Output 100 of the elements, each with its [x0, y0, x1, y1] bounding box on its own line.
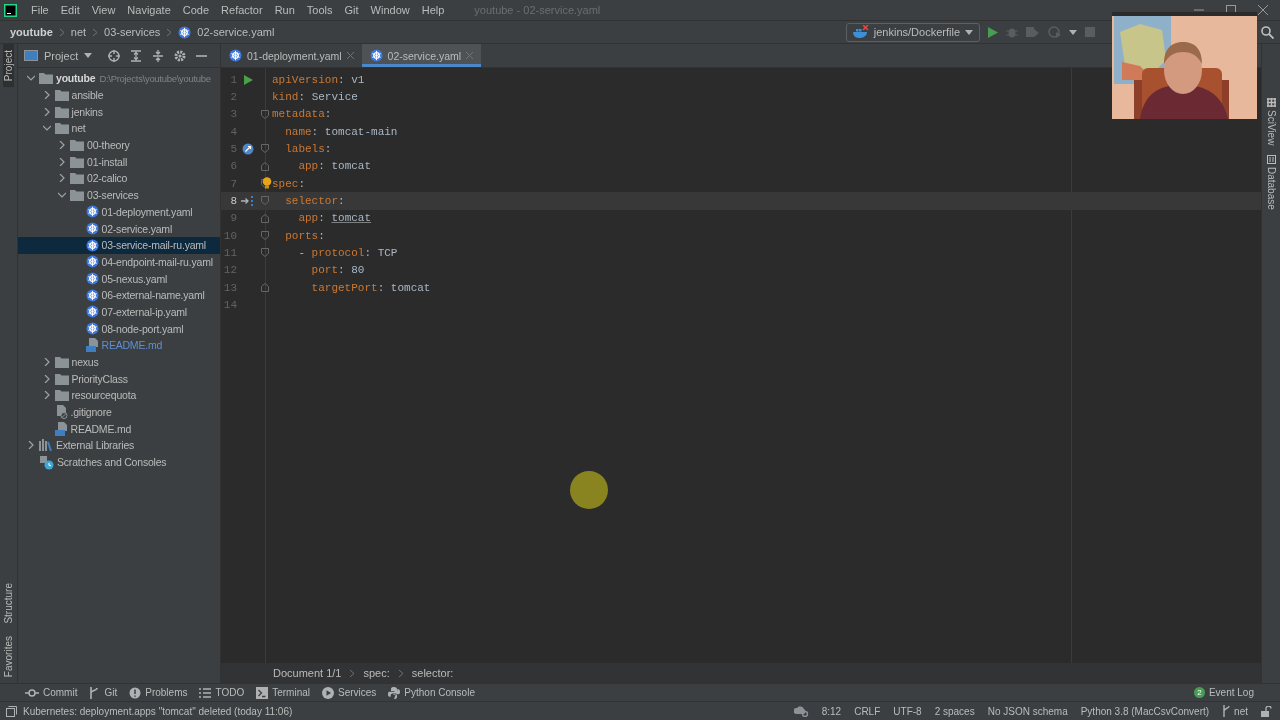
- tree-item[interactable]: resourcequota: [18, 387, 220, 404]
- tool-window-tab[interactable]: Database: [1265, 155, 1277, 211]
- tree-item[interactable]: README.md: [18, 337, 220, 354]
- tree-item[interactable]: 04-endpoint-mail-ru.yaml: [18, 253, 220, 271]
- tree-item[interactable]: 06-external-name.yaml: [18, 286, 220, 304]
- settings-icon[interactable]: [174, 49, 187, 62]
- breadcrumb[interactable]: 02-service.yaml: [197, 26, 275, 38]
- search-icon[interactable]: [1261, 25, 1274, 39]
- project-view-dropdown[interactable]: Project: [24, 49, 93, 62]
- tree-item[interactable]: 02-service.yaml: [18, 220, 220, 237]
- locate-icon[interactable]: [108, 49, 121, 62]
- breadcrumb[interactable]: 03-services: [104, 26, 161, 38]
- tree-item[interactable]: .gitignore: [18, 403, 220, 421]
- tree-item[interactable]: PriorityClass: [18, 370, 220, 388]
- run-icon[interactable]: [243, 74, 253, 85]
- chevron-right-icon[interactable]: [58, 157, 66, 166]
- menu-item[interactable]: Navigate: [121, 4, 177, 16]
- chevron-right-icon[interactable]: [42, 358, 51, 367]
- close-icon[interactable]: [346, 52, 354, 59]
- chevron-right-icon[interactable]: [27, 441, 35, 450]
- chevron-down-icon[interactable]: [58, 191, 66, 200]
- editor-tab[interactable]: 02-service.yaml: [361, 44, 482, 67]
- fold-end-icon[interactable]: [261, 213, 269, 223]
- tree-item[interactable]: Scratches and Consoles: [18, 453, 220, 471]
- chevron-right-icon[interactable]: [42, 391, 51, 400]
- tree-item-label: 01-deployment.yaml: [101, 205, 193, 218]
- chevron-down-icon[interactable]: [27, 74, 35, 83]
- tool-window-button[interactable]: Python Console: [383, 686, 480, 699]
- tree-item[interactable]: 07-external-ip.yaml: [18, 303, 220, 321]
- menu-item[interactable]: Refactor: [215, 4, 269, 16]
- tree-item[interactable]: 02-calico: [18, 170, 220, 187]
- status-item[interactable]: 2 spaces: [934, 705, 975, 717]
- tool-window-button[interactable]: Commit: [20, 687, 83, 698]
- tool-window-button[interactable]: Git: [84, 686, 123, 699]
- tree-item[interactable]: ansible: [18, 86, 220, 104]
- fold-end-icon[interactable]: [261, 283, 269, 293]
- tree-item[interactable]: 03-service-mail-ru.yaml: [18, 236, 220, 254]
- status-item[interactable]: UTF-8: [893, 705, 922, 717]
- git-branch[interactable]: net: [1234, 705, 1248, 717]
- kubernetes-icon[interactable]: [242, 142, 254, 155]
- event-log-button[interactable]: 2 Event Log: [1187, 686, 1260, 699]
- breadcrumb[interactable]: spec:: [363, 667, 390, 679]
- tool-window-tab[interactable]: Project: [3, 44, 14, 88]
- tree-item[interactable]: External Libraries: [18, 437, 220, 454]
- menu-item[interactable]: Edit: [54, 4, 86, 16]
- menu-item[interactable]: Tools: [300, 4, 339, 16]
- menu-item[interactable]: File: [25, 4, 55, 16]
- breadcrumb[interactable]: selector:: [411, 667, 454, 679]
- tree-item[interactable]: 08-node-port.yaml: [18, 320, 220, 337]
- tree-item[interactable]: 01-install: [18, 153, 220, 171]
- tool-window-button[interactable]: Services: [317, 686, 382, 699]
- tree-item[interactable]: net: [18, 120, 220, 137]
- fold-end-icon[interactable]: [261, 161, 269, 171]
- menu-item[interactable]: Window: [364, 4, 416, 16]
- lock-icon[interactable]: [1261, 705, 1272, 717]
- tree-item[interactable]: 00-theory: [18, 136, 220, 154]
- breadcrumb[interactable]: net: [70, 26, 87, 38]
- jump-arrow-icon[interactable]: [241, 195, 255, 206]
- tool-window-button[interactable]: Problems: [124, 686, 193, 699]
- tree-item[interactable]: README.md: [18, 420, 220, 438]
- tool-window-tab[interactable]: Structure: [3, 577, 14, 630]
- status-item[interactable]: CRLF: [854, 705, 881, 717]
- chevron-right-icon[interactable]: [58, 174, 66, 183]
- collapse-all-icon[interactable]: [152, 49, 165, 62]
- status-item[interactable]: No JSON schema: [987, 705, 1068, 717]
- tool-window-button[interactable]: Terminal: [251, 686, 315, 699]
- menu-item[interactable]: Help: [415, 4, 451, 16]
- expand-all-icon[interactable]: [130, 49, 143, 62]
- tool-window-tab[interactable]: SciView: [1265, 98, 1277, 146]
- chevron-right-icon[interactable]: [42, 374, 51, 383]
- chevron-right-icon[interactable]: [42, 107, 51, 116]
- chevron-down-icon[interactable]: [42, 124, 51, 133]
- close-icon[interactable]: [1258, 5, 1268, 15]
- tree-item[interactable]: 05-nexus.yaml: [18, 270, 220, 287]
- tree-item[interactable]: 01-deployment.yaml: [18, 203, 220, 221]
- lightbulb-icon[interactable]: [262, 176, 272, 189]
- hide-icon[interactable]: [196, 54, 208, 57]
- menu-item[interactable]: Git: [338, 4, 365, 16]
- tree-item[interactable]: youtube D:\Projects\youtube\youtube: [18, 70, 220, 87]
- breadcrumb[interactable]: Document 1/1: [273, 667, 342, 679]
- caret-icon[interactable]: [1069, 29, 1077, 35]
- tree-item[interactable]: jenkins: [18, 103, 220, 121]
- tool-window-tab[interactable]: Favorites: [3, 629, 14, 683]
- menu-item[interactable]: Run: [268, 4, 301, 16]
- run-icon[interactable]: [988, 26, 998, 38]
- menu-item[interactable]: View: [85, 4, 122, 16]
- panel-toggle-icon[interactable]: [6, 705, 17, 717]
- run-configuration-dropdown[interactable]: jenkins/Dockerfile: [845, 22, 980, 42]
- editor-tab[interactable]: 01-deployment.yaml: [221, 44, 362, 67]
- breadcrumb[interactable]: youtube: [10, 26, 53, 38]
- tree-item[interactable]: nexus: [18, 353, 220, 371]
- scratches-icon: [39, 454, 54, 470]
- status-item[interactable]: Python 3.8 (MacCsvConvert): [1080, 705, 1210, 717]
- cloud-gear-icon[interactable]: [793, 705, 809, 717]
- tool-window-button[interactable]: TODO: [194, 687, 250, 698]
- chevron-right-icon[interactable]: [42, 91, 51, 100]
- status-item[interactable]: 8:12: [821, 705, 842, 717]
- tree-item[interactable]: 03-services: [18, 186, 220, 204]
- menu-item[interactable]: Code: [176, 4, 216, 16]
- chevron-right-icon[interactable]: [58, 141, 66, 150]
